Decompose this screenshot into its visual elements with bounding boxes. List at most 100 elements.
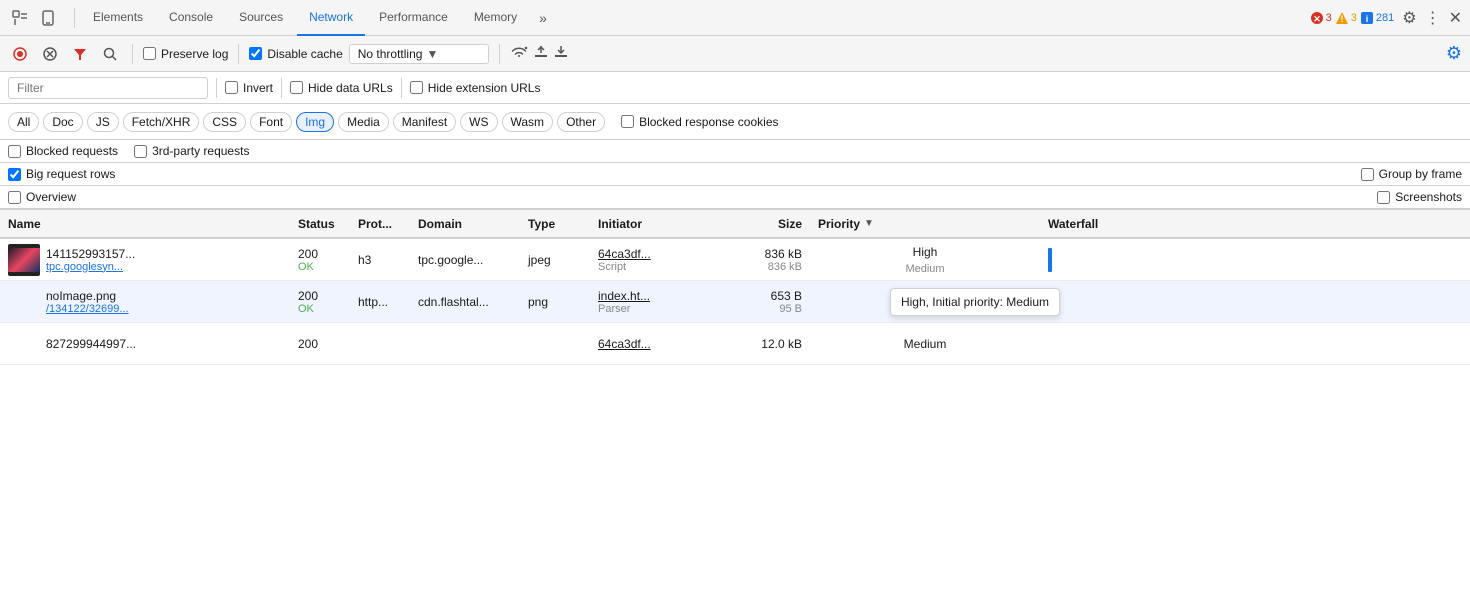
table-row[interactable]: 141152993157... tpc.googlesyn... 200 OK … [0,239,1470,281]
filter-type-wasm[interactable]: Wasm [502,112,554,132]
export-har-icon[interactable] [554,45,568,62]
hide-data-urls-input[interactable] [290,81,303,94]
third-party-checkbox[interactable]: 3rd-party requests [134,144,249,158]
row-2-protocol: http... [350,281,410,322]
tab-performance[interactable]: Performance [367,0,460,36]
tab-network[interactable]: Network [297,0,365,36]
col-header-type[interactable]: Type [520,217,590,231]
filter-sep-3 [401,78,402,98]
close-devtools-icon[interactable]: ✕ [1449,8,1462,28]
filter-types-row: All Doc JS Fetch/XHR CSS Font Img Media … [0,104,1470,140]
blocked-requests-checkbox[interactable]: Blocked requests [8,144,118,158]
filter-type-font[interactable]: Font [250,112,292,132]
filter-type-fetchxhr[interactable]: Fetch/XHR [123,112,200,132]
more-options-icon[interactable]: ⋮ [1425,8,1441,28]
preserve-log-checkbox[interactable]: Preserve log [143,47,228,61]
filter-sep [216,78,217,98]
mobile-icon[interactable] [36,6,60,30]
search-icon[interactable] [98,42,122,66]
table-row[interactable]: 827299944997... 200 64ca3df... 12.0 kB M… [0,323,1470,365]
row-2-initiator: index.ht... Parser [590,281,710,322]
row-3-size: 12.0 kB [710,323,810,364]
screenshots-checkbox[interactable]: Screenshots [1377,190,1462,204]
table-row[interactable]: noImage.png /134122/32699... 200 OK http… [0,281,1470,323]
tab-memory[interactable]: Memory [462,0,529,36]
col-header-domain[interactable]: Domain [410,217,520,231]
toolbar-sep-1 [132,44,133,64]
tab-console[interactable]: Console [157,0,225,36]
filter-type-ws[interactable]: WS [460,112,497,132]
col-header-waterfall[interactable]: Waterfall [1040,217,1470,231]
toolbar-sep-3 [499,44,500,64]
filter-row: Invert Hide data URLs Hide extension URL… [0,72,1470,104]
svg-text:i: i [1366,14,1369,24]
wifi-settings-icon[interactable] [510,45,528,62]
blocked-requests-input[interactable] [8,145,21,158]
filter-type-other[interactable]: Other [557,112,605,132]
big-rows-input[interactable] [8,168,21,181]
invert-input[interactable] [225,81,238,94]
import-har-icon[interactable] [534,45,548,62]
inspect-icon[interactable] [8,6,32,30]
filter-icon[interactable] [68,42,92,66]
preserve-log-input[interactable] [143,47,156,60]
tab-elements[interactable]: Elements [81,0,155,36]
col-header-priority[interactable]: Priority ▼ [810,217,1040,231]
svg-text:!: ! [1340,14,1343,24]
invert-checkbox[interactable]: Invert [225,81,273,95]
options-left: Blocked requests 3rd-party requests [8,144,249,158]
row-1-priority: High Medium [810,239,1040,280]
third-party-input[interactable] [134,145,147,158]
col-header-prot[interactable]: Prot... [350,217,410,231]
row-1-type: jpeg [520,239,590,280]
hide-data-urls-checkbox[interactable]: Hide data URLs [290,81,393,95]
disable-cache-checkbox[interactable]: Disable cache [249,47,342,61]
filter-type-img[interactable]: Img [296,112,334,132]
blocked-cookies-input[interactable] [621,115,634,128]
info-badge: i 281 [1360,11,1394,25]
filter-type-all[interactable]: All [8,112,39,132]
screenshots-input[interactable] [1377,191,1390,204]
col-header-size[interactable]: Size [710,217,810,231]
row-1-thumbnail [8,244,40,276]
hide-ext-urls-input[interactable] [410,81,423,94]
filter-input[interactable] [8,77,208,99]
row-1-name: 141152993157... tpc.googlesyn... [0,239,290,280]
table-body: 141152993157... tpc.googlesyn... 200 OK … [0,239,1470,365]
filter-type-css[interactable]: CSS [203,112,246,132]
throttle-arrow-icon: ▼ [426,47,438,61]
filter-type-manifest[interactable]: Manifest [393,112,456,132]
col-header-initiator[interactable]: Initiator [590,217,710,231]
row-3-protocol [350,323,410,364]
stop-recording-button[interactable] [8,42,32,66]
filter-type-js[interactable]: JS [87,112,119,132]
filter-sep-2 [281,78,282,98]
hide-ext-urls-checkbox[interactable]: Hide extension URLs [410,81,541,95]
big-rows-checkbox[interactable]: Big request rows [8,167,115,181]
row-2-waterfall [1040,281,1470,322]
row-1-initiator: 64ca3df... Script [590,239,710,280]
row-3-waterfall [1040,323,1470,364]
clear-button[interactable] [38,42,62,66]
col-header-name[interactable]: Name [0,217,290,231]
disable-cache-input[interactable] [249,47,262,60]
row-2-name-text: noImage.png /134122/32699... [8,289,129,315]
group-by-frame-checkbox[interactable]: Group by frame [1361,167,1462,181]
overview-checkbox[interactable]: Overview [8,190,76,204]
overview-input[interactable] [8,191,21,204]
row-3-name: 827299944997... [0,323,290,364]
network-toolbar: Preserve log Disable cache No throttling… [0,36,1470,72]
group-by-frame-input[interactable] [1361,168,1374,181]
throttle-dropdown[interactable]: No throttling ▼ [349,44,489,64]
row-1-name-text: 141152993157... tpc.googlesyn... [46,247,135,273]
more-tabs-button[interactable]: » [531,10,555,26]
col-header-status[interactable]: Status [290,217,350,231]
tab-bar: Elements Console Sources Network Perform… [0,0,1470,36]
network-settings-icon[interactable]: ⚙ [1446,43,1462,64]
filter-type-media[interactable]: Media [338,112,389,132]
settings-gear-icon[interactable]: ⚙ [1402,8,1416,28]
tab-sources[interactable]: Sources [227,0,295,36]
svg-text:✕: ✕ [1313,14,1321,24]
blocked-cookies-checkbox[interactable]: Blocked response cookies [621,115,778,129]
filter-type-doc[interactable]: Doc [43,112,82,132]
